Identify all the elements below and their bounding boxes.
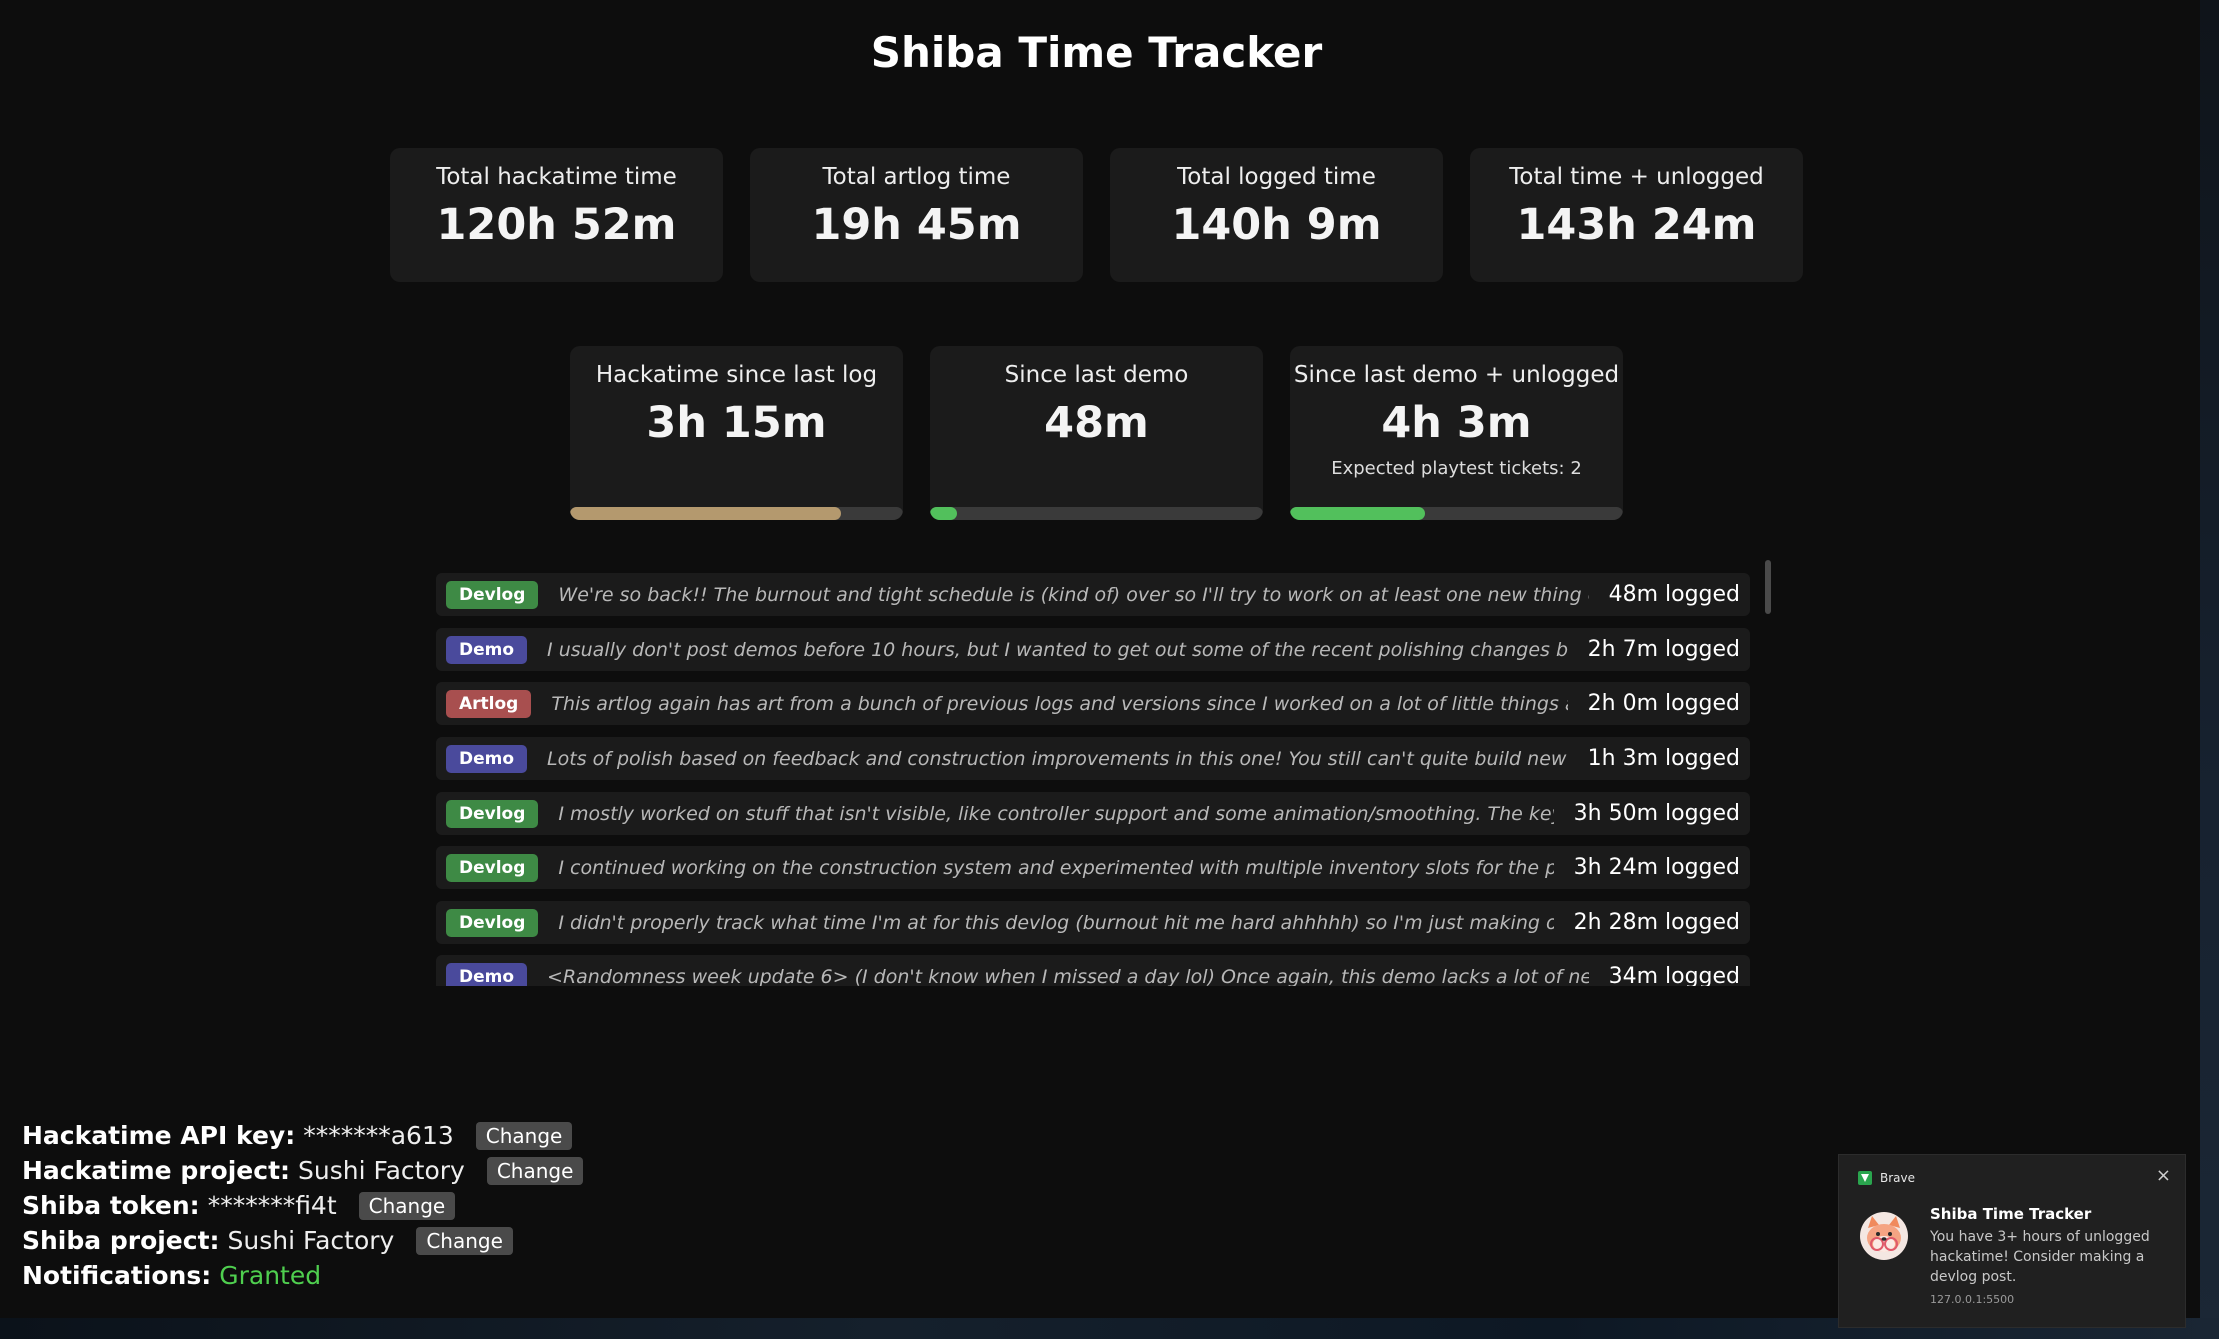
log-text: Lots of polish based on feedback and con… [547, 747, 1568, 770]
page: Shiba Time Tracker Total hackatime time … [0, 0, 2200, 1318]
log-type-badge: Demo [446, 744, 528, 773]
log-duration: 3h 24m logged [1573, 855, 1740, 880]
notifications-status: Granted [219, 1261, 322, 1290]
stat-value: 4h 3m [1381, 398, 1532, 448]
notification-app-name: Brave [1880, 1171, 1916, 1185]
notification-toast[interactable]: Brave × Shiba Time Tracker You have 3+ h… [1838, 1154, 2186, 1328]
stat-label: Since last demo + unlogged [1293, 362, 1620, 388]
notification-source: 127.0.0.1:5500 [1930, 1293, 2015, 1306]
close-icon[interactable]: × [2156, 1165, 2171, 1186]
progress-fill [570, 507, 842, 520]
brave-icon [1858, 1171, 1872, 1185]
log-type-badge: Artlog [446, 689, 532, 718]
stat-label: Total logged time [1177, 164, 1376, 190]
setting-hackatime-api-key: Hackatime API key: *******a613 Change [22, 1118, 583, 1153]
log-duration: 2h 7m logged [1587, 637, 1740, 662]
scrollbar-thumb[interactable] [1765, 560, 1771, 614]
log-text: This artlog again has art from a bunch o… [551, 692, 1567, 715]
settings-panel: Hackatime API key: *******a613 Change Ha… [22, 1118, 584, 1293]
log-text: We're so back!! The burnout and tight sc… [558, 583, 1588, 606]
log-type-badge: Devlog [446, 580, 539, 609]
progress-bar [570, 507, 903, 520]
progress-bar [930, 507, 1263, 520]
stat-label: Total time + unlogged [1509, 164, 1764, 190]
stat-card-total-unlogged: Total time + unlogged 143h 24m [1470, 148, 1803, 282]
shiba-avatar-icon [1860, 1212, 1908, 1260]
log-text: I usually don't post demos before 10 hou… [547, 638, 1568, 661]
setting-shiba-token: Shiba token: *******fi4t Change [22, 1188, 583, 1223]
stat-value: 48m [1044, 398, 1149, 448]
change-api-key-button[interactable]: Change [475, 1121, 573, 1150]
log-row[interactable]: Devlog I didn't properly track what time… [436, 901, 1750, 944]
stat-label: Total hackatime time [436, 164, 677, 190]
log-type-badge: Devlog [446, 908, 539, 937]
change-shiba-project-button[interactable]: Change [416, 1226, 513, 1255]
stat-value: 140h 9m [1171, 200, 1382, 250]
stat-card-since-demo-unlogged: Since last demo + unlogged 4h 3m Expecte… [1290, 346, 1623, 520]
desktop-background-edge [2200, 0, 2219, 1339]
log-row[interactable]: Devlog I continued working on the constr… [436, 846, 1750, 889]
log-row[interactable]: Demo I usually don't post demos before 1… [436, 628, 1750, 671]
setting-notifications: Notifications: Granted [22, 1258, 583, 1293]
log-text: I mostly worked on stuff that isn't visi… [558, 802, 1553, 825]
log-text: I didn't properly track what time I'm at… [558, 911, 1553, 934]
log-row[interactable]: Artlog This artlog again has art from a … [436, 682, 1750, 725]
playtest-tickets-text: Expected playtest tickets: 2 [1331, 458, 1582, 479]
log-type-badge: Devlog [446, 799, 539, 828]
log-list-scrollbar[interactable] [1765, 560, 1771, 988]
log-duration: 2h 28m logged [1573, 910, 1740, 935]
log-type-badge: Devlog [446, 853, 539, 882]
log-duration: 2h 0m logged [1587, 691, 1740, 716]
stat-card-total-logged: Total logged time 140h 9m [1110, 148, 1443, 282]
setting-label: Hackatime project: [22, 1156, 291, 1185]
setting-label: Shiba token: [22, 1191, 200, 1220]
notification-body: Shiba Time Tracker You have 3+ hours of … [1930, 1205, 2175, 1306]
log-row[interactable]: Demo Lots of polish based on feedback an… [436, 737, 1750, 780]
stat-card-total-artlog: Total artlog time 19h 45m [750, 148, 1083, 282]
setting-shiba-project: Shiba project: Sushi Factory Change [22, 1223, 583, 1258]
notification-header: Brave [1858, 1171, 1915, 1185]
notification-message: You have 3+ hours of unlogged hackatime!… [1930, 1229, 2150, 1285]
stat-label: Hackatime since last log [595, 362, 878, 388]
log-text: I continued working on the construction … [558, 856, 1553, 879]
log-list[interactable]: Devlog We're so back!! The burnout and t… [436, 566, 1750, 986]
stat-card-since-last-log: Hackatime since last log 3h 15m [570, 346, 903, 520]
stat-label: Since last demo [1004, 362, 1189, 388]
change-shiba-token-button[interactable]: Change [358, 1191, 456, 1220]
stat-value: 3h 15m [646, 398, 827, 448]
log-text: <Randomness week update 6> (I don't know… [547, 965, 1589, 987]
log-duration: 1h 3m logged [1587, 746, 1740, 771]
setting-value: *******fi4t [207, 1191, 337, 1220]
progress-fill [930, 507, 957, 520]
progress-bar [1290, 507, 1623, 520]
stat-card-total-hackatime: Total hackatime time 120h 52m [390, 148, 723, 282]
log-duration: 3h 50m logged [1573, 801, 1740, 826]
change-hackatime-project-button[interactable]: Change [486, 1156, 584, 1185]
log-duration: 34m logged [1608, 964, 1740, 986]
stat-card-since-last-demo: Since last demo 48m [930, 346, 1263, 520]
log-row[interactable]: Demo <Randomness week update 6> (I don't… [436, 955, 1750, 986]
log-type-badge: Demo [446, 635, 528, 664]
progress-fill [1290, 507, 1425, 520]
setting-value: Sushi Factory [298, 1156, 465, 1185]
setting-hackatime-project: Hackatime project: Sushi Factory Change [22, 1153, 584, 1188]
stat-value: 143h 24m [1516, 200, 1757, 250]
stat-value: 19h 45m [811, 200, 1022, 250]
setting-value: *******a613 [303, 1121, 454, 1150]
setting-label: Notifications: [22, 1261, 212, 1290]
setting-value: Sushi Factory [227, 1226, 395, 1255]
log-duration: 48m logged [1608, 582, 1740, 607]
log-row[interactable]: Devlog We're so back!! The burnout and t… [436, 573, 1750, 616]
page-title: Shiba Time Tracker [870, 28, 1323, 77]
log-row[interactable]: Devlog I mostly worked on stuff that isn… [436, 792, 1750, 835]
stat-value: 120h 52m [436, 200, 677, 250]
notification-title: Shiba Time Tracker [1930, 1205, 2092, 1223]
setting-label: Shiba project: [22, 1226, 220, 1255]
log-type-badge: Demo [446, 962, 528, 986]
stat-label: Total artlog time [822, 164, 1011, 190]
setting-label: Hackatime API key: [22, 1121, 296, 1150]
